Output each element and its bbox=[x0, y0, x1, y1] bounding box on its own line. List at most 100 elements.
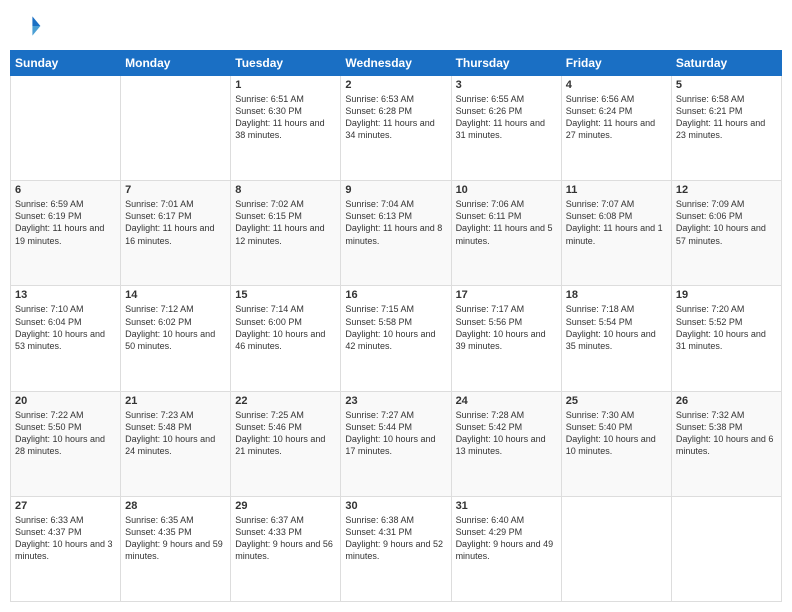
calendar-cell: 26 Sunrise: 7:32 AM Sunset: 5:38 PM Dayli… bbox=[671, 391, 781, 496]
day-info: Sunrise: 7:09 AM Sunset: 6:06 PM Dayligh… bbox=[676, 198, 777, 247]
day-number: 22 bbox=[235, 395, 336, 407]
day-number: 30 bbox=[345, 500, 446, 512]
day-number: 26 bbox=[676, 395, 777, 407]
calendar-cell: 18Sunrise: 7:18 AM Sunset: 5:54 PM Dayli… bbox=[561, 286, 671, 391]
day-info: Sunrise: 7:01 AM Sunset: 6:17 PM Dayligh… bbox=[125, 198, 226, 247]
calendar-cell: 27Sunrise: 6:33 AM Sunset: 4:37 PM Dayli… bbox=[11, 496, 121, 601]
day-number: 7 bbox=[125, 184, 226, 196]
calendar-cell: 12 Sunrise: 7:09 AM Sunset: 6:06 PM Dayli… bbox=[671, 181, 781, 286]
day-number: 15 bbox=[235, 289, 336, 301]
calendar-day-header: Wednesday bbox=[341, 51, 451, 76]
day-info: Sunrise: 6:35 AM Sunset: 4:35 PM Dayligh… bbox=[125, 514, 226, 563]
calendar-cell: 6 Sunrise: 6:59 AM Sunset: 6:19 PM Daylig… bbox=[11, 181, 121, 286]
day-number: 6 bbox=[15, 184, 116, 196]
calendar-cell: 5 Sunrise: 6:58 AM Sunset: 6:21 PM Daylig… bbox=[671, 76, 781, 181]
day-number: 2 bbox=[345, 79, 446, 91]
calendar-cell: 29 Sunrise: 6:37 AM Sunset: 4:33 PM Dayli… bbox=[231, 496, 341, 601]
calendar-cell bbox=[121, 76, 231, 181]
calendar-week-row: 13 Sunrise: 7:10 AM Sunset: 6:04 PM Dayli… bbox=[11, 286, 782, 391]
day-info: Sunrise: 6:58 AM Sunset: 6:21 PM Dayligh… bbox=[676, 93, 777, 142]
day-number: 21 bbox=[125, 395, 226, 407]
day-info: Sunrise: 7:32 AM Sunset: 5:38 PM Dayligh… bbox=[676, 409, 777, 458]
day-number: 4 bbox=[566, 79, 667, 91]
day-number: 13 bbox=[15, 289, 116, 301]
calendar-week-row: 27Sunrise: 6:33 AM Sunset: 4:37 PM Dayli… bbox=[11, 496, 782, 601]
day-number: 14 bbox=[125, 289, 226, 301]
day-info: Sunrise: 7:06 AM Sunset: 6:11 PM Dayligh… bbox=[456, 198, 557, 247]
calendar-table: SundayMondayTuesdayWednesdayThursdayFrid… bbox=[10, 50, 782, 602]
day-number: 10 bbox=[456, 184, 557, 196]
calendar-cell: 16 Sunrise: 7:15 AM Sunset: 5:58 PM Dayli… bbox=[341, 286, 451, 391]
calendar-cell: 10 Sunrise: 7:06 AM Sunset: 6:11 PM Dayli… bbox=[451, 181, 561, 286]
calendar-cell: 25Sunrise: 7:30 AM Sunset: 5:40 PM Dayli… bbox=[561, 391, 671, 496]
calendar-day-header: Tuesday bbox=[231, 51, 341, 76]
calendar-cell: 22Sunrise: 7:25 AM Sunset: 5:46 PM Dayli… bbox=[231, 391, 341, 496]
calendar-cell: 30 Sunrise: 6:38 AM Sunset: 4:31 PM Dayli… bbox=[341, 496, 451, 601]
day-info: Sunrise: 6:55 AM Sunset: 6:26 PM Dayligh… bbox=[456, 93, 557, 142]
calendar-cell: 3 Sunrise: 6:55 AM Sunset: 6:26 PM Daylig… bbox=[451, 76, 561, 181]
calendar-day-header: Thursday bbox=[451, 51, 561, 76]
calendar-cell: 13 Sunrise: 7:10 AM Sunset: 6:04 PM Dayli… bbox=[11, 286, 121, 391]
calendar-week-row: 20 Sunrise: 7:22 AM Sunset: 5:50 PM Dayli… bbox=[11, 391, 782, 496]
calendar-day-header: Monday bbox=[121, 51, 231, 76]
day-info: Sunrise: 7:02 AM Sunset: 6:15 PM Dayligh… bbox=[235, 198, 336, 247]
day-info: Sunrise: 6:37 AM Sunset: 4:33 PM Dayligh… bbox=[235, 514, 336, 563]
calendar-cell: 20 Sunrise: 7:22 AM Sunset: 5:50 PM Dayli… bbox=[11, 391, 121, 496]
day-number: 28 bbox=[125, 500, 226, 512]
day-number: 25 bbox=[566, 395, 667, 407]
calendar-cell: 4 Sunrise: 6:56 AM Sunset: 6:24 PM Daylig… bbox=[561, 76, 671, 181]
calendar-cell bbox=[11, 76, 121, 181]
day-info: Sunrise: 6:59 AM Sunset: 6:19 PM Dayligh… bbox=[15, 198, 116, 247]
calendar-cell: 8 Sunrise: 7:02 AM Sunset: 6:15 PM Daylig… bbox=[231, 181, 341, 286]
day-info: Sunrise: 7:22 AM Sunset: 5:50 PM Dayligh… bbox=[15, 409, 116, 458]
day-number: 19 bbox=[676, 289, 777, 301]
calendar-cell: 15 Sunrise: 7:14 AM Sunset: 6:00 PM Dayli… bbox=[231, 286, 341, 391]
calendar-cell: 14 Sunrise: 7:12 AM Sunset: 6:02 PM Dayli… bbox=[121, 286, 231, 391]
logo-icon bbox=[10, 10, 42, 42]
day-number: 8 bbox=[235, 184, 336, 196]
header bbox=[10, 10, 782, 42]
calendar-cell: 31 Sunrise: 6:40 AM Sunset: 4:29 PM Dayli… bbox=[451, 496, 561, 601]
day-info: Sunrise: 7:12 AM Sunset: 6:02 PM Dayligh… bbox=[125, 303, 226, 352]
day-number: 3 bbox=[456, 79, 557, 91]
day-number: 31 bbox=[456, 500, 557, 512]
day-info: Sunrise: 6:40 AM Sunset: 4:29 PM Dayligh… bbox=[456, 514, 557, 563]
calendar-header-row: SundayMondayTuesdayWednesdayThursdayFrid… bbox=[11, 51, 782, 76]
day-number: 17 bbox=[456, 289, 557, 301]
calendar-cell bbox=[561, 496, 671, 601]
day-number: 23 bbox=[345, 395, 446, 407]
calendar-cell: 17 Sunrise: 7:17 AM Sunset: 5:56 PM Dayli… bbox=[451, 286, 561, 391]
day-info: Sunrise: 7:20 AM Sunset: 5:52 PM Dayligh… bbox=[676, 303, 777, 352]
calendar-cell bbox=[671, 496, 781, 601]
day-info: Sunrise: 7:27 AM Sunset: 5:44 PM Dayligh… bbox=[345, 409, 446, 458]
day-info: Sunrise: 6:38 AM Sunset: 4:31 PM Dayligh… bbox=[345, 514, 446, 563]
day-info: Sunrise: 6:56 AM Sunset: 6:24 PM Dayligh… bbox=[566, 93, 667, 142]
calendar-week-row: 6 Sunrise: 6:59 AM Sunset: 6:19 PM Daylig… bbox=[11, 181, 782, 286]
calendar-cell: 19 Sunrise: 7:20 AM Sunset: 5:52 PM Dayli… bbox=[671, 286, 781, 391]
day-number: 20 bbox=[15, 395, 116, 407]
day-number: 11 bbox=[566, 184, 667, 196]
calendar-day-header: Saturday bbox=[671, 51, 781, 76]
calendar-cell: 1Sunrise: 6:51 AM Sunset: 6:30 PM Daylig… bbox=[231, 76, 341, 181]
day-info: Sunrise: 6:33 AM Sunset: 4:37 PM Dayligh… bbox=[15, 514, 116, 563]
calendar-day-header: Sunday bbox=[11, 51, 121, 76]
calendar-cell: 24 Sunrise: 7:28 AM Sunset: 5:42 PM Dayli… bbox=[451, 391, 561, 496]
day-number: 12 bbox=[676, 184, 777, 196]
day-info: Sunrise: 7:14 AM Sunset: 6:00 PM Dayligh… bbox=[235, 303, 336, 352]
day-info: Sunrise: 7:15 AM Sunset: 5:58 PM Dayligh… bbox=[345, 303, 446, 352]
page: SundayMondayTuesdayWednesdayThursdayFrid… bbox=[0, 0, 792, 612]
day-info: Sunrise: 7:23 AM Sunset: 5:48 PM Dayligh… bbox=[125, 409, 226, 458]
day-info: Sunrise: 7:10 AM Sunset: 6:04 PM Dayligh… bbox=[15, 303, 116, 352]
day-info: Sunrise: 7:28 AM Sunset: 5:42 PM Dayligh… bbox=[456, 409, 557, 458]
logo bbox=[10, 10, 46, 42]
day-number: 24 bbox=[456, 395, 557, 407]
calendar-cell: 11Sunrise: 7:07 AM Sunset: 6:08 PM Dayli… bbox=[561, 181, 671, 286]
day-number: 16 bbox=[345, 289, 446, 301]
calendar-cell: 2Sunrise: 6:53 AM Sunset: 6:28 PM Daylig… bbox=[341, 76, 451, 181]
day-number: 5 bbox=[676, 79, 777, 91]
calendar-day-header: Friday bbox=[561, 51, 671, 76]
day-info: Sunrise: 7:17 AM Sunset: 5:56 PM Dayligh… bbox=[456, 303, 557, 352]
calendar-week-row: 1Sunrise: 6:51 AM Sunset: 6:30 PM Daylig… bbox=[11, 76, 782, 181]
day-info: Sunrise: 7:18 AM Sunset: 5:54 PM Dayligh… bbox=[566, 303, 667, 352]
day-number: 29 bbox=[235, 500, 336, 512]
